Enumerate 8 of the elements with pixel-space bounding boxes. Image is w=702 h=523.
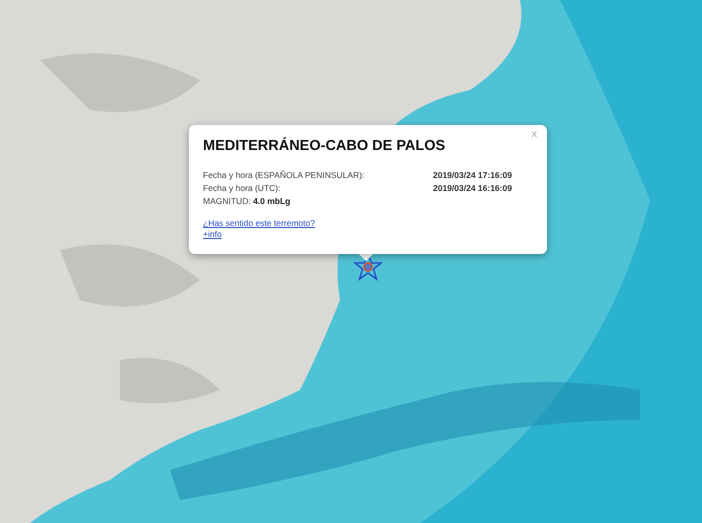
field-label: Fecha y hora (UTC): (203, 182, 282, 195)
field-value: 2019/03/24 17:16:09 (433, 169, 512, 182)
field-value: 2019/03/24 16:16:09 (433, 182, 512, 195)
popup-link[interactable]: ¿Has sentido este terremoto? (203, 218, 315, 229)
field-label: Fecha y hora (ESPAÑOLA PENINSULAR): (203, 169, 366, 182)
popup-title: MEDITERRÁNEO-CABO DE PALOS (203, 138, 446, 154)
magnitude-text: MAGNITUD: 4.0 mbLg (203, 195, 292, 208)
popup-link[interactable]: +info (203, 229, 222, 240)
